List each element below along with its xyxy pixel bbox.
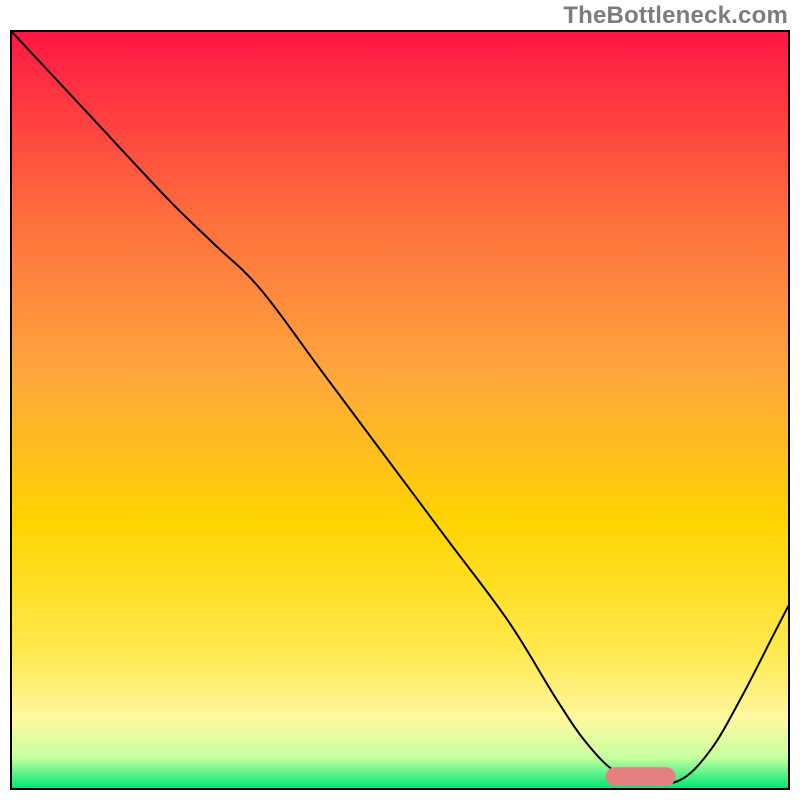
plot-area	[10, 30, 790, 790]
chart-stage: TheBottleneck.com	[0, 0, 800, 800]
optimal-marker	[606, 767, 676, 786]
watermark-label: TheBottleneck.com	[563, 2, 788, 30]
gradient-background	[12, 32, 788, 788]
chart-svg	[12, 32, 788, 788]
